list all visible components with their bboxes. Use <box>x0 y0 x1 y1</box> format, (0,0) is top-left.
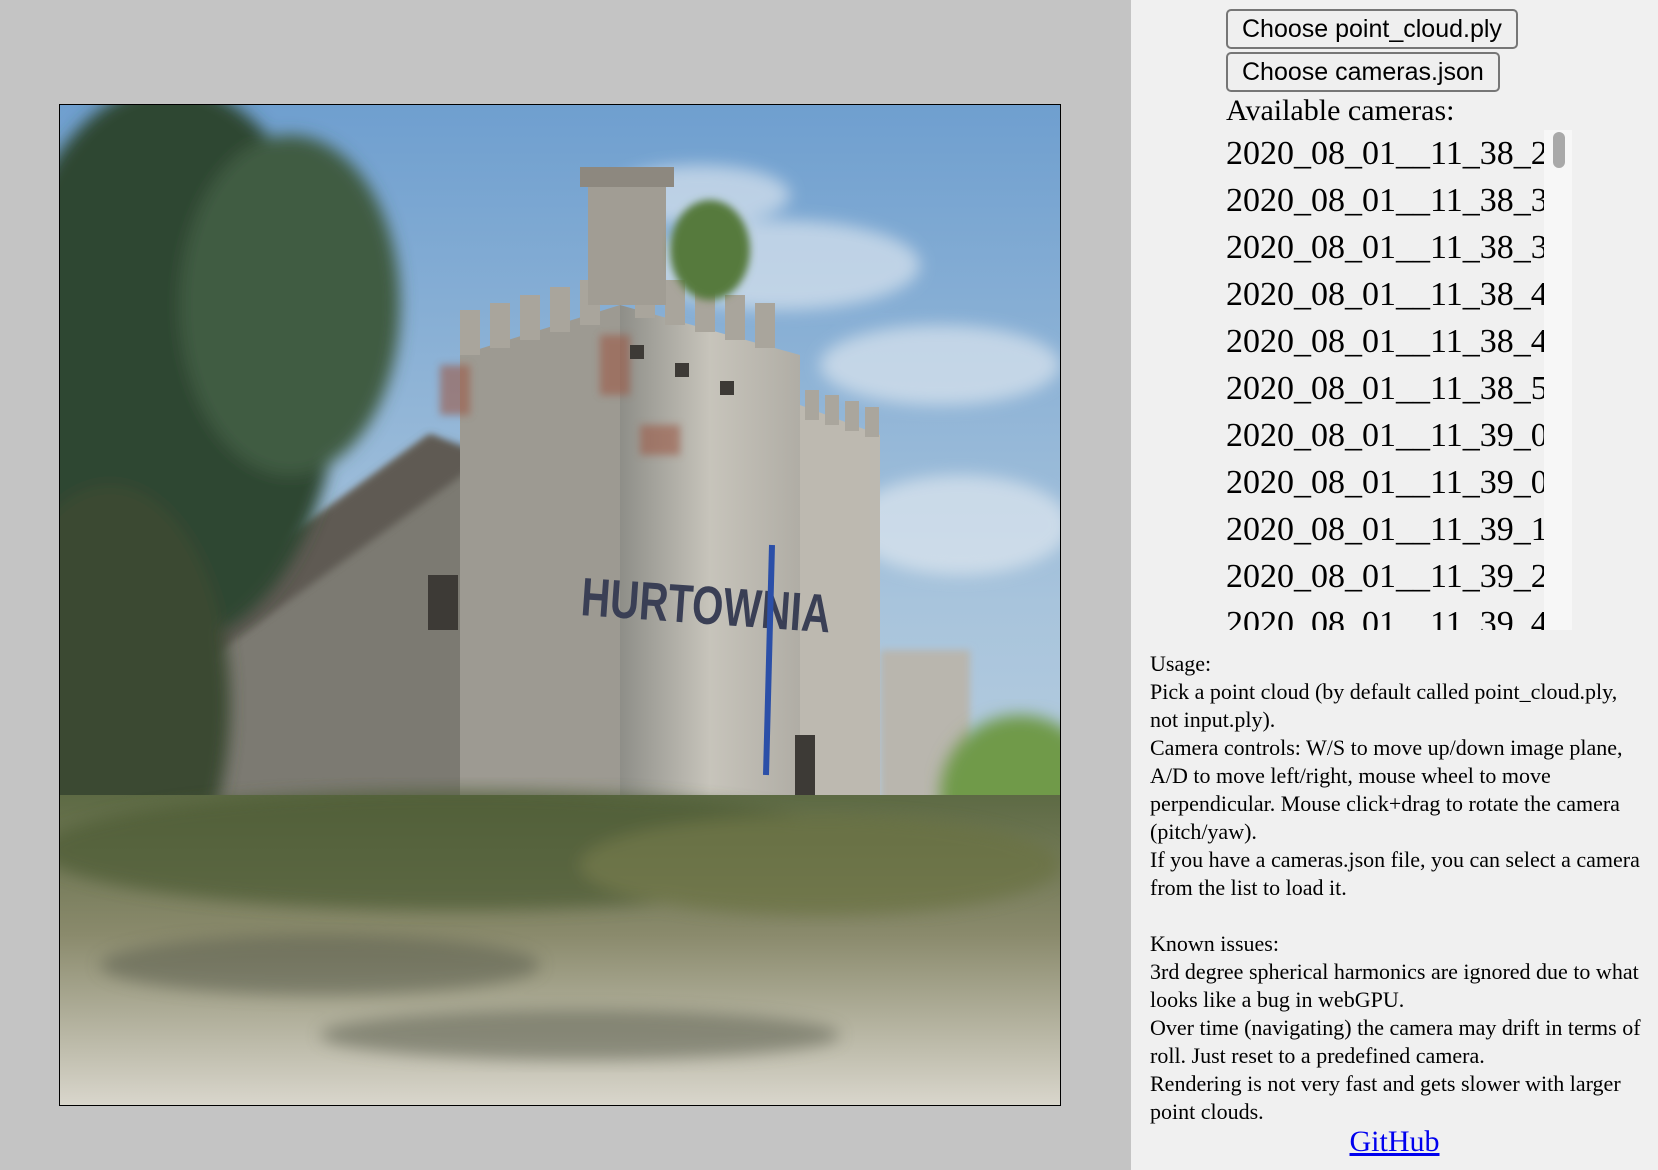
camera-list-item[interactable]: 2020_08_01__11_39_01 <box>1226 412 1572 459</box>
choose-cameras-button[interactable]: Choose cameras.json <box>1226 52 1500 92</box>
camera-list-item[interactable]: 2020_08_01__11_38_38 <box>1226 224 1572 271</box>
app-layout: HURTOWNIA Choose point_cloud.ply Choose … <box>0 0 1658 1170</box>
usage-text: Usage: Pick a point cloud (by default ca… <box>1150 650 1650 1126</box>
available-cameras-heading: Available cameras: <box>1226 94 1455 127</box>
viewport-area: HURTOWNIA <box>0 0 1131 1170</box>
choose-point-cloud-button[interactable]: Choose point_cloud.ply <box>1226 9 1518 49</box>
camera-list-item[interactable]: 2020_08_01__11_39_46 <box>1226 600 1572 630</box>
github-link[interactable]: GitHub <box>1350 1125 1440 1158</box>
camera-list-item[interactable]: 2020_08_01__11_38_59 <box>1226 365 1572 412</box>
camera-list-item[interactable]: 2020_08_01__11_38_49 <box>1226 318 1572 365</box>
camera-list[interactable]: 2020_08_01__11_38_23 2020_08_01__11_38_3… <box>1226 130 1572 630</box>
rendered-scene-image: HURTOWNIA <box>60 105 1060 1105</box>
camera-list-item[interactable]: 2020_08_01__11_38_43 <box>1226 271 1572 318</box>
scrollbar-thumb[interactable] <box>1553 132 1565 168</box>
camera-list-scrollbar[interactable] <box>1544 130 1572 630</box>
known-issue-line: Rendering is not very fast and gets slow… <box>1150 1071 1621 1124</box>
camera-list-item[interactable]: 2020_08_01__11_39_08 <box>1226 459 1572 506</box>
usage-line: If you have a cameras.json file, you can… <box>1150 847 1640 900</box>
known-issue-line: Over time (navigating) the camera may dr… <box>1150 1015 1641 1068</box>
camera-list-item[interactable]: 2020_08_01__11_38_33 <box>1226 177 1572 224</box>
usage-line: Pick a point cloud (by default called po… <box>1150 679 1618 732</box>
known-issues-title: Known issues: <box>1150 931 1279 956</box>
usage-line: Camera controls: W/S to move up/down ima… <box>1150 735 1623 844</box>
camera-list-item[interactable]: 2020_08_01__11_39_11 <box>1226 506 1572 553</box>
usage-title: Usage: <box>1150 651 1212 676</box>
camera-list-item[interactable]: 2020_08_01__11_39_29 <box>1226 553 1572 600</box>
camera-list-item[interactable]: 2020_08_01__11_38_23 <box>1226 130 1572 177</box>
github-footer: GitHub <box>1131 1125 1658 1159</box>
render-canvas[interactable]: HURTOWNIA <box>59 104 1061 1106</box>
sidebar: Choose point_cloud.ply Choose cameras.js… <box>1131 0 1658 1170</box>
known-issue-line: 3rd degree spherical harmonics are ignor… <box>1150 959 1639 1012</box>
